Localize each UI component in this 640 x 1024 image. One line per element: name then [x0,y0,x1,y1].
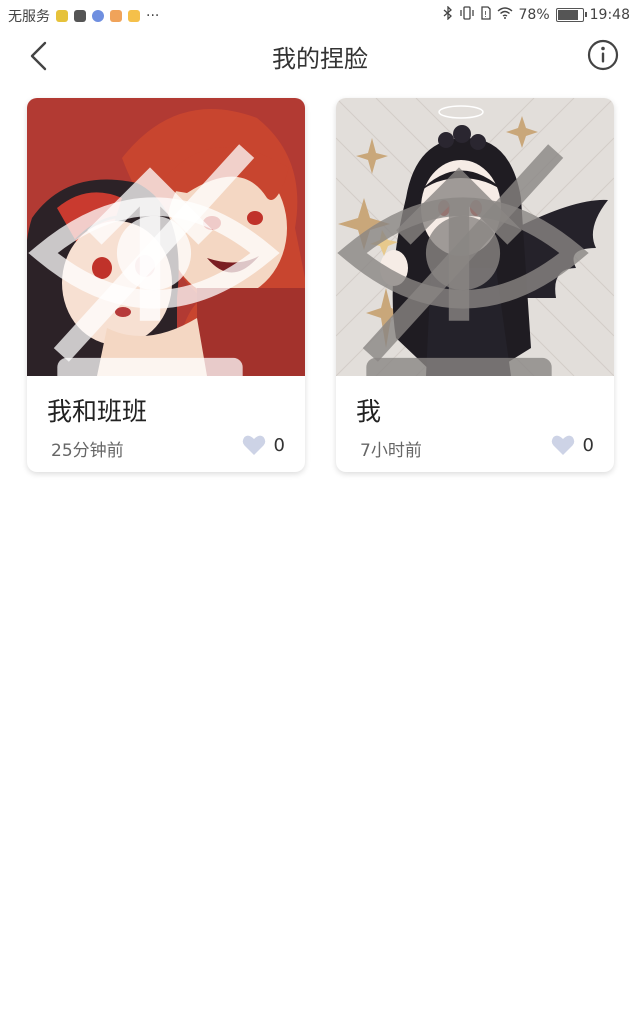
status-bar: 无服务 ··· ! 78% 19:48 [0,0,640,30]
more-notifications-icon: ··· [146,8,160,24]
bluetooth-icon [443,5,453,24]
like-count: 0 [582,434,594,456]
battery-icon [555,8,587,22]
face-card[interactable]: 我和班班 25分钟前 0 [27,98,305,472]
message-notification-icon [92,10,104,22]
top-nav-bar: 我的捏脸 [0,30,640,82]
video-notification-icon [110,10,122,22]
face-timestamp: 7小时前 [360,441,422,461]
cloud-notification-icon [74,10,86,22]
info-button[interactable] [586,38,620,72]
share-icon[interactable] [336,154,598,376]
vibrate-icon [459,6,475,24]
info-circle-icon [587,39,619,71]
battery-percent: 78% [518,7,550,23]
face-thumbnail[interactable] [27,98,305,376]
app-notification-icon [56,10,68,22]
carrier-text: 无服务 [8,9,50,25]
share-icon[interactable] [27,154,289,376]
face-name: 我和班班 [47,397,148,426]
face-thumbnail[interactable] [336,98,614,376]
face-card[interactable]: 我 7小时前 0 [336,98,614,472]
like-button[interactable]: 0 [551,434,594,456]
chat-notification-icon [128,10,140,22]
like-button[interactable]: 0 [242,434,285,456]
status-right: ! 78% 19:48 [443,5,630,24]
wifi-icon [497,7,513,23]
page-title: 我的捏脸 [272,45,368,73]
heart-icon [242,435,265,455]
face-timestamp: 25分钟前 [51,441,124,461]
status-left: 无服务 ··· [8,6,159,26]
clock-time: 19:48 [589,7,630,23]
heart-icon [551,435,574,455]
face-name: 我 [356,397,382,426]
like-count: 0 [273,434,285,456]
sim-icon: ! [480,6,491,24]
svg-text:!: ! [484,10,487,19]
